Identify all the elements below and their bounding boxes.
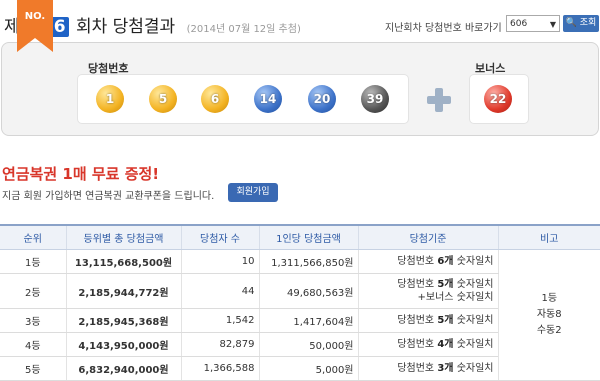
criteria-text: 당첨번호	[397, 339, 435, 350]
table-row: 1등 13,115,668,500원 10 1,311,566,850원 당첨번…	[0, 249, 600, 381]
rank-cell: 1등	[0, 249, 66, 274]
col-header-total: 등위별 총 당첨금액	[65, 224, 181, 250]
table-header-row: 순위 등위별 총 당첨금액 당첨자 수 1인당 당첨금액 당첨기준 비고	[0, 224, 600, 250]
rank-cell: 4등	[0, 332, 66, 357]
join-button[interactable]: 회원가입	[228, 183, 278, 202]
criteria-suffix: 숫자일치	[456, 363, 494, 374]
total-prize-cell: 2,185,944,772원	[65, 273, 181, 309]
criteria-text: 당첨번호	[397, 363, 435, 374]
winners-cell: 10	[180, 249, 259, 274]
ribbon-badge: NO.	[17, 0, 53, 52]
criteria-suffix: 숫자일치	[456, 279, 494, 290]
note-line: 수동2	[536, 325, 562, 336]
total-prize-cell: 13,115,668,500원	[65, 249, 181, 274]
criteria-suffix: 숫자일치	[456, 315, 494, 326]
criteria-cell: 당첨번호 4개 숫자일치	[357, 332, 498, 357]
ball-3: 6	[201, 85, 229, 113]
criteria-count: 5개	[437, 279, 454, 290]
ball-6: 39	[361, 85, 389, 113]
ball-5: 20	[308, 85, 336, 113]
criteria-bonus: +보너스 숫자일치	[417, 292, 494, 303]
search-button-label: 조회	[579, 18, 597, 28]
criteria-count: 5개	[437, 315, 454, 326]
criteria-text: 당첨번호	[397, 315, 435, 326]
chevron-down-icon: ▼	[549, 20, 556, 29]
criteria-cell: 당첨번호 5개 숫자일치 +보너스 숫자일치	[357, 273, 498, 309]
criteria-text: 당첨번호	[397, 279, 435, 290]
draw-date: (2014년 07월 12일 추첨)	[186, 24, 301, 35]
criteria-count: 3개	[437, 363, 454, 374]
criteria-count: 6개	[437, 256, 454, 267]
per-winner-cell: 1,417,604원	[258, 308, 358, 333]
criteria-cell: 당첨번호 6개 숫자일치	[357, 249, 498, 274]
ribbon-label: NO.	[24, 11, 46, 22]
plus-icon	[427, 88, 451, 112]
rank-cell: 2등	[0, 273, 66, 309]
per-winner-cell: 50,000원	[258, 332, 358, 357]
ball-4: 14	[254, 85, 282, 113]
promo-title: 연금복권 1매 무료 증정!	[2, 165, 160, 183]
criteria-text: 당첨번호	[397, 256, 435, 267]
winners-cell: 44	[180, 273, 259, 309]
rank-cell: 3등	[0, 308, 66, 333]
criteria-suffix: 숫자일치	[456, 256, 494, 267]
search-button[interactable]: 🔍 조회	[563, 15, 599, 32]
note-line: 1등	[541, 293, 558, 304]
ribbon-shape	[17, 0, 53, 52]
search-icon: 🔍	[565, 18, 577, 28]
col-header-per-winner: 1인당 당첨금액	[258, 224, 358, 250]
ball-1: 1	[96, 85, 124, 113]
col-header-rank: 순위	[0, 224, 66, 250]
bonus-ball: 22	[484, 85, 512, 113]
prize-table: 순위 등위별 총 당첨금액 당첨자 수 1인당 당첨금액 당첨기준 비고 1등 …	[0, 224, 600, 381]
winners-cell: 82,879	[180, 332, 259, 357]
note-line: 자동8	[536, 309, 562, 320]
winners-cell: 1,542	[180, 308, 259, 333]
note-cell: 1등 자동8 수동2	[497, 249, 600, 381]
ball-2: 5	[149, 85, 177, 113]
promo-description: 지금 회원 가입하면 연금복권 교환쿠폰을 드립니다.	[2, 191, 215, 202]
col-header-winners: 당첨자 수	[180, 224, 259, 250]
col-header-criteria: 당첨기준	[357, 224, 498, 250]
per-winner-cell: 49,680,563원	[258, 273, 358, 309]
total-prize-cell: 4,143,950,000원	[65, 332, 181, 357]
page-header: 제 606 회차 당첨결과 (2014년 07월 12일 추첨) 지난회차 당첨…	[0, 0, 600, 44]
title-suffix: 회차 당첨결과	[75, 17, 176, 37]
criteria-suffix: 숫자일치	[456, 339, 494, 350]
col-header-note: 비고	[497, 224, 600, 250]
winning-numbers-panel	[77, 74, 409, 124]
total-prize-cell: 2,185,945,368원	[65, 308, 181, 333]
round-select-value: 606	[510, 19, 528, 29]
per-winner-cell: 1,311,566,850원	[258, 249, 358, 274]
criteria-count: 4개	[437, 339, 454, 350]
round-select[interactable]: 606 ▼	[506, 15, 560, 32]
prev-round-label: 지난회차 당첨번호 바로가기	[385, 23, 502, 34]
criteria-cell: 당첨번호 5개 숫자일치	[357, 308, 498, 333]
